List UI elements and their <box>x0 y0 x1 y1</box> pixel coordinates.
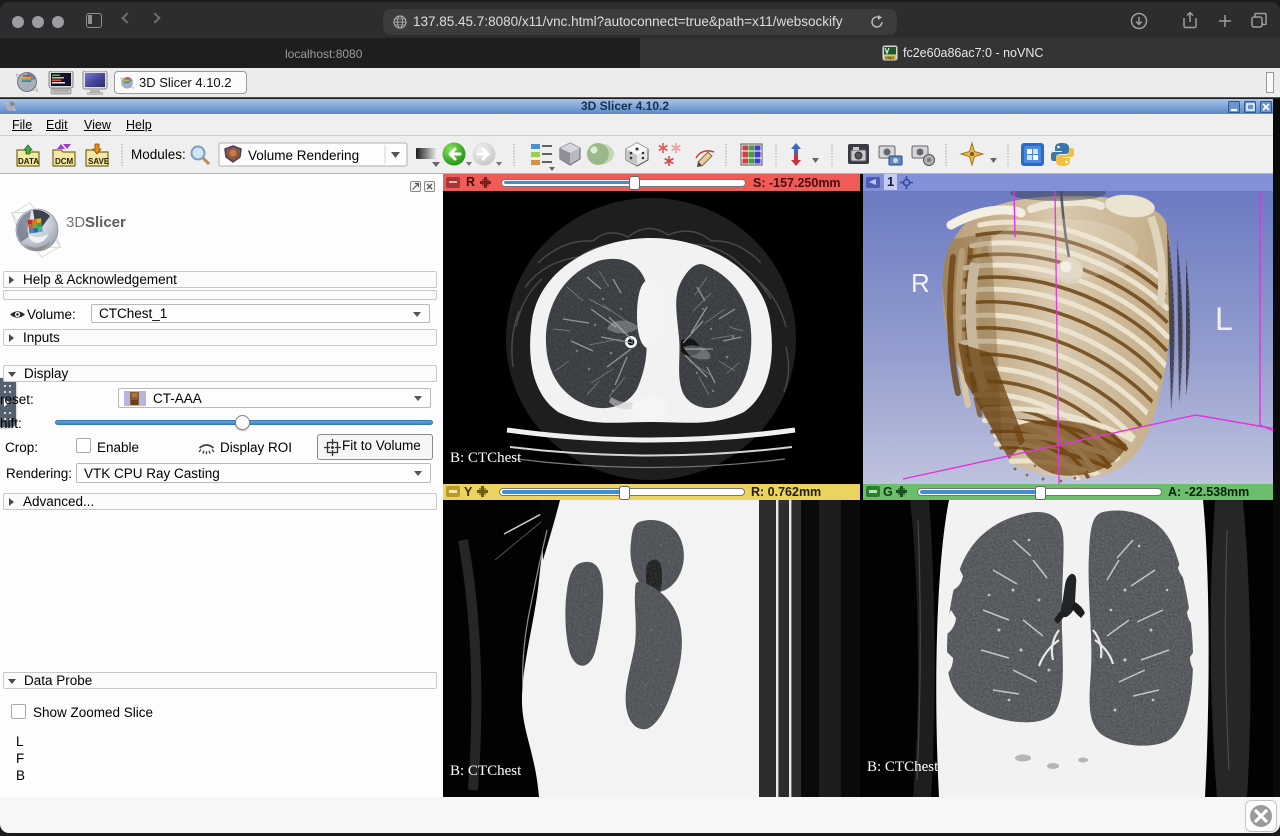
svg-text:Volume Rendering: Volume Rendering <box>248 148 359 163</box>
svg-text:DCM: DCM <box>55 157 74 166</box>
svg-text:3D: 3D <box>66 214 85 231</box>
svg-text:SAVE: SAVE <box>88 157 110 166</box>
svg-text:Slicer: Slicer <box>85 214 126 231</box>
svg-text:L: L <box>1215 301 1233 337</box>
svg-text:Modules:: Modules: <box>131 147 186 162</box>
svg-text:R: R <box>911 268 930 298</box>
svg-text:DATA: DATA <box>18 157 39 166</box>
svg-text:VNC: VNC <box>885 55 895 60</box>
